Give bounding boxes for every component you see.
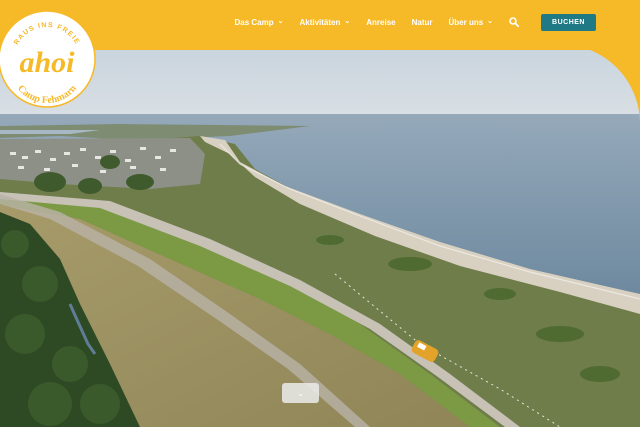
camp-logo[interactable]: RAUS INS FREIE ahoi Camp Fehmarn xyxy=(0,8,98,110)
nav-item-label: Das Camp xyxy=(234,17,274,27)
nav-item-natur[interactable]: Natur xyxy=(412,18,433,27)
book-button[interactable]: BUCHEN xyxy=(541,13,596,31)
nav-item-ueber-uns[interactable]: Über uns ⌄ xyxy=(449,18,494,27)
chevron-down-icon: ⌄ xyxy=(277,18,284,25)
chevron-down-icon: ⌄ xyxy=(297,388,304,398)
nav-item-aktivitaeten[interactable]: Aktivitäten ⌄ xyxy=(299,18,350,27)
chevron-down-icon: ⌄ xyxy=(344,18,351,25)
search-icon[interactable] xyxy=(509,17,520,27)
nav-item-label: Aktivitäten xyxy=(299,17,341,27)
nav-item-label: Anreise xyxy=(366,17,396,27)
nav-item-label: Über uns xyxy=(448,17,484,27)
nav-item-das-camp[interactable]: Das Camp ⌄ xyxy=(234,18,283,27)
nav-item-anreise[interactable]: Anreise xyxy=(366,18,395,27)
nav-item-label: Natur xyxy=(411,17,433,27)
chevron-down-icon: ⌄ xyxy=(487,18,494,25)
scroll-down-button[interactable]: ⌄ xyxy=(282,383,319,403)
main-nav: Das Camp ⌄ Aktivitäten ⌄ Anreise Natur Ü… xyxy=(218,12,596,32)
logo-wordmark: ahoi xyxy=(19,46,75,79)
